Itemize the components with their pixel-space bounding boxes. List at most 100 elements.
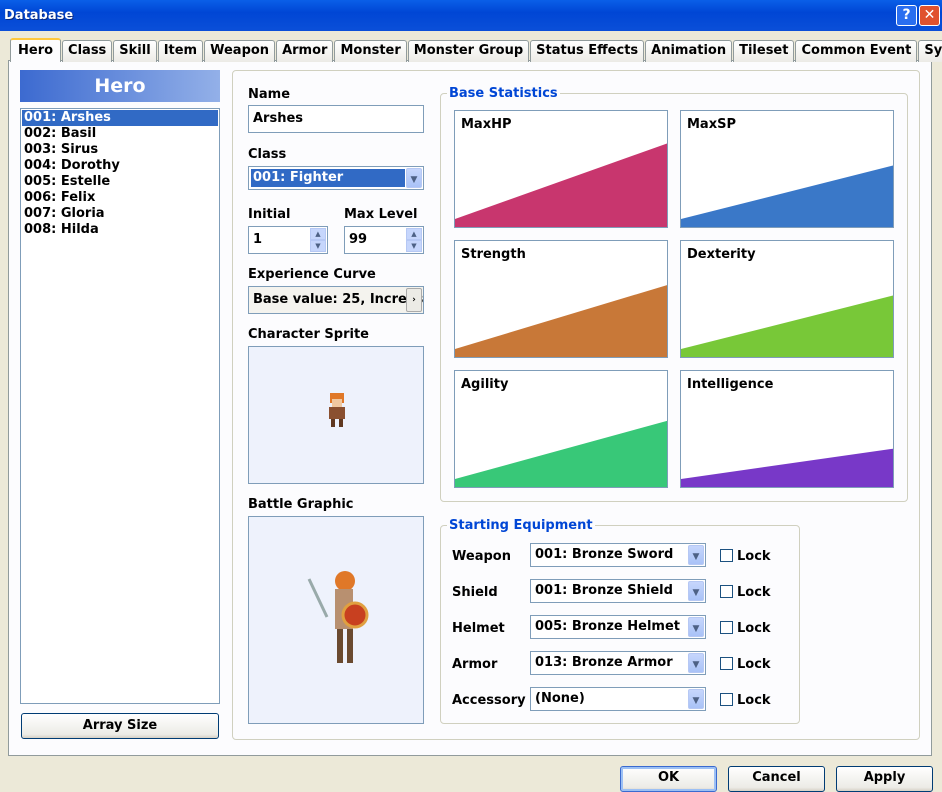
lock-checkbox[interactable] — [720, 693, 733, 706]
lock-checkbox[interactable] — [720, 549, 733, 562]
equip-value: (None) — [535, 691, 585, 706]
chevron-down-icon[interactable]: ▼ — [688, 689, 704, 709]
max-level-label: Max Level — [344, 207, 418, 222]
battle-graphic-box[interactable] — [248, 516, 424, 724]
exp-curve-field[interactable]: Base value: 25, Increas › — [248, 286, 424, 314]
character-sprite-box[interactable] — [248, 346, 424, 484]
close-icon[interactable]: ✕ — [919, 5, 940, 26]
equip-slot-label: Weapon — [452, 549, 511, 564]
stat-graph-dexterity[interactable]: Dexterity — [680, 240, 894, 358]
stat-graph-agility[interactable]: Agility — [454, 370, 668, 488]
tab-monster[interactable]: Monster — [334, 40, 407, 62]
sprite-label: Character Sprite — [248, 327, 369, 342]
lock-label: Lock — [737, 585, 771, 600]
character-sprite-image — [329, 393, 345, 427]
chevron-down-icon[interactable]: ▼ — [688, 545, 704, 565]
chevron-down-icon[interactable]: ▼ — [688, 617, 704, 637]
class-label: Class — [248, 147, 287, 162]
stat-label: Strength — [461, 247, 526, 262]
spin-buttons[interactable]: ▲ ▼ — [310, 228, 326, 252]
lock-label: Lock — [737, 621, 771, 636]
tab-tileset[interactable]: Tileset — [733, 40, 795, 62]
equip-slot-label: Armor — [452, 657, 498, 672]
title-bar: Database — [0, 0, 942, 31]
stat-label: Intelligence — [687, 377, 774, 392]
tab-common-event[interactable]: Common Event — [795, 40, 918, 62]
ok-button[interactable]: OK — [620, 766, 717, 792]
equip-select-helmet[interactable]: 005: Bronze Helmet ▼ — [530, 615, 706, 639]
tab-weapon[interactable]: Weapon — [204, 40, 276, 62]
initial-level-stepper[interactable]: 1 ▲ ▼ — [248, 226, 328, 254]
equip-select-accessory[interactable]: (None) ▼ — [530, 687, 706, 711]
stat-graph-maxhp[interactable]: MaxHP — [454, 110, 668, 228]
battle-graphic-label: Battle Graphic — [248, 497, 354, 512]
equip-value: 005: Bronze Helmet — [535, 619, 681, 634]
chevron-right-icon[interactable]: › — [406, 288, 422, 312]
hero-list[interactable]: 001: Arshes 002: Basil 003: Sirus 004: Doro… — [20, 108, 220, 704]
stat-graph-maxsp[interactable]: MaxSP — [680, 110, 894, 228]
stat-label: Agility — [461, 377, 509, 392]
tab-class[interactable]: Class — [62, 40, 113, 62]
cancel-button[interactable]: Cancel — [728, 766, 825, 792]
tab-system[interactable]: System — [918, 40, 942, 62]
tab-skill[interactable]: Skill — [113, 40, 157, 62]
spin-buttons[interactable]: ▲ ▼ — [406, 228, 422, 252]
list-item[interactable]: 002: Basil — [22, 126, 218, 142]
lock-checkbox[interactable] — [720, 621, 733, 634]
tab-hero[interactable]: Hero — [10, 38, 62, 62]
exp-curve-label: Experience Curve — [248, 267, 376, 282]
list-item[interactable]: 006: Felix — [22, 190, 218, 206]
tab-status-effects[interactable]: Status Effects — [530, 40, 645, 62]
lock-label: Lock — [737, 693, 771, 708]
lock-checkbox[interactable] — [720, 585, 733, 598]
stat-graph-intelligence[interactable]: Intelligence — [680, 370, 894, 488]
stat-label: Dexterity — [687, 247, 756, 262]
tab-armor[interactable]: Armor — [276, 40, 334, 62]
class-value: 001: Fighter — [251, 169, 405, 187]
help-icon[interactable]: ? — [896, 5, 917, 26]
equip-select-shield[interactable]: 001: Bronze Shield ▼ — [530, 579, 706, 603]
equip-select-weapon[interactable]: 001: Bronze Sword ▼ — [530, 543, 706, 567]
chevron-down-icon[interactable]: ▼ — [688, 653, 704, 673]
stat-label: MaxHP — [461, 117, 512, 132]
tab-animation[interactable]: Animation — [645, 40, 733, 62]
list-header: Hero — [20, 70, 220, 102]
equip-slot-label: Shield — [452, 585, 498, 600]
window-title: Database — [4, 8, 74, 23]
class-select[interactable]: 001: Fighter ▼ — [248, 166, 424, 190]
equip-value: 013: Bronze Armor — [535, 655, 673, 670]
battle-graphic-image — [307, 571, 369, 663]
equip-slot-label: Accessory — [452, 693, 526, 708]
list-item[interactable]: 001: Arshes — [22, 110, 218, 126]
initial-label: Initial — [248, 207, 291, 222]
chevron-down-icon[interactable]: ▼ — [688, 581, 704, 601]
list-item[interactable]: 008: Hilda — [22, 222, 218, 238]
name-label: Name — [248, 87, 291, 102]
name-input[interactable]: Arshes — [248, 105, 424, 133]
chevron-down-icon[interactable]: ▼ — [406, 168, 422, 188]
lock-label: Lock — [737, 549, 771, 564]
list-item[interactable]: 005: Estelle — [22, 174, 218, 190]
array-size-button[interactable]: Array Size — [21, 713, 219, 739]
tab-item[interactable]: Item — [157, 40, 204, 62]
equip-value: 001: Bronze Sword — [535, 547, 674, 562]
list-item[interactable]: 004: Dorothy — [22, 158, 218, 174]
list-item[interactable]: 003: Sirus — [22, 142, 218, 158]
list-item[interactable]: 007: Gloria — [22, 206, 218, 222]
apply-button[interactable]: Apply — [836, 766, 933, 792]
base-statistics-title: Base Statistics — [449, 86, 558, 101]
lock-label: Lock — [737, 657, 771, 672]
starting-equipment-title: Starting Equipment — [449, 518, 593, 533]
equip-value: 001: Bronze Shield — [535, 583, 673, 598]
max-level-value: 99 — [349, 232, 368, 247]
exp-curve-value: Base value: 25, Increas — [253, 292, 424, 307]
equip-select-armor[interactable]: 013: Bronze Armor ▼ — [530, 651, 706, 675]
equip-slot-label: Helmet — [452, 621, 505, 636]
stat-graph-strength[interactable]: Strength — [454, 240, 668, 358]
max-level-stepper[interactable]: 99 ▲ ▼ — [344, 226, 424, 254]
lock-checkbox[interactable] — [720, 657, 733, 670]
tab-monster-group[interactable]: Monster Group — [407, 40, 530, 62]
tab-strip: Hero Class Skill Item Weapon Armor Monster Mons… — [10, 38, 942, 62]
stat-label: MaxSP — [687, 117, 736, 132]
initial-value: 1 — [253, 232, 263, 247]
